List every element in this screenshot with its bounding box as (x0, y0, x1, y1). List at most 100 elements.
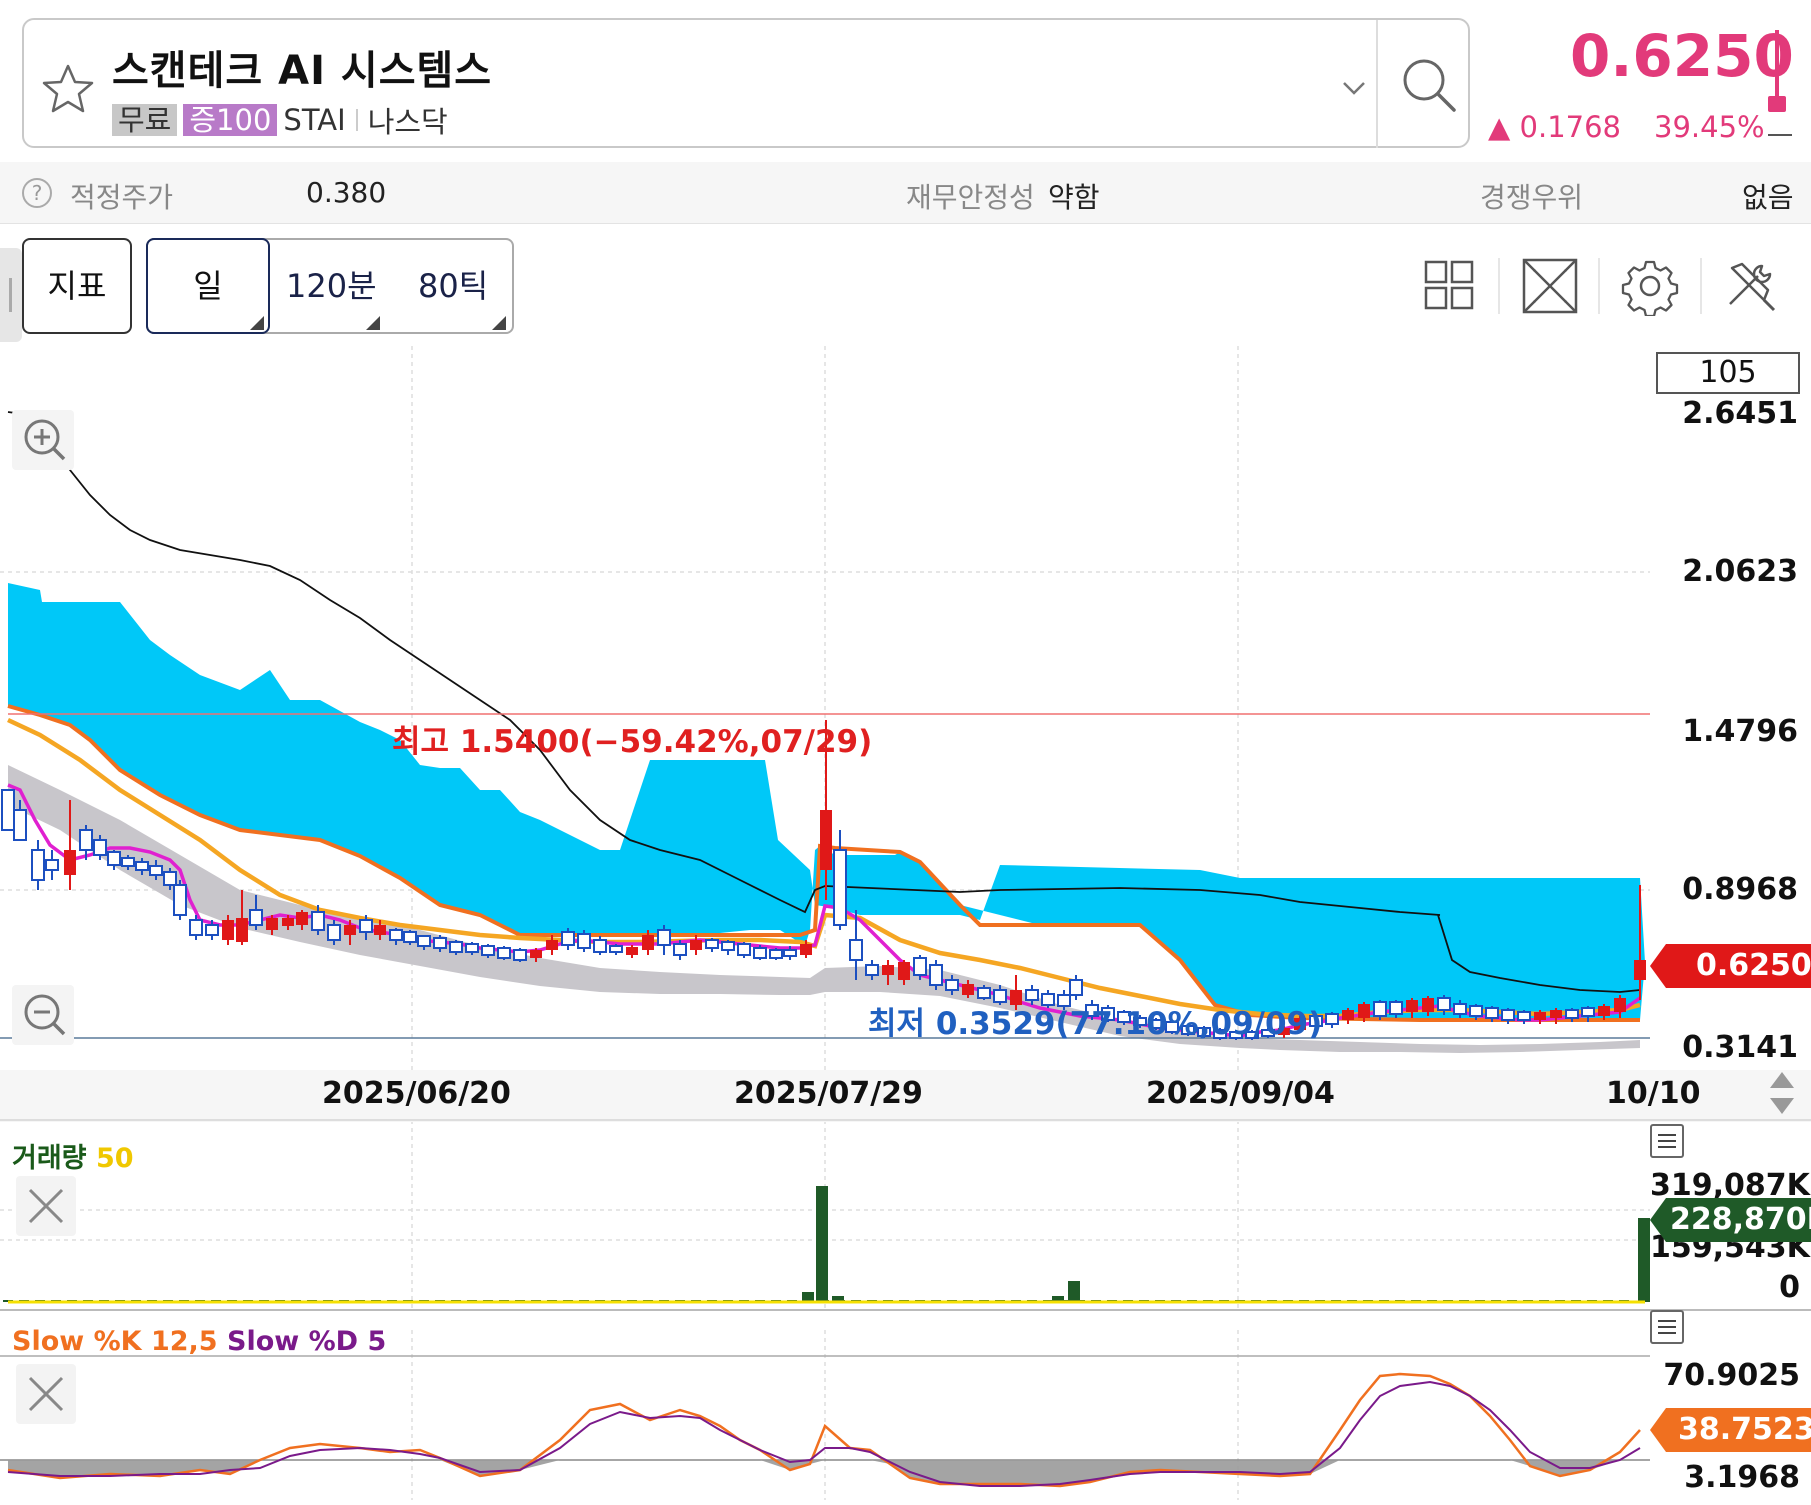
zoom-in-icon[interactable] (12, 410, 74, 470)
candle-body (609, 945, 623, 953)
candle-body (403, 931, 417, 943)
candle-body (1581, 1007, 1595, 1017)
candle-body (1342, 1010, 1354, 1020)
volume-bar (1638, 1218, 1650, 1302)
candle-body (1422, 998, 1434, 1012)
candle-body (163, 871, 177, 886)
candle-body (249, 909, 263, 926)
stochastic-current-tag: 38.7523 (1678, 1412, 1811, 1447)
candle-body (783, 949, 797, 957)
candle-body (962, 984, 974, 995)
candle-body (45, 859, 59, 871)
close-volume-icon[interactable] (16, 1176, 76, 1236)
candle-body (945, 979, 959, 991)
candle-body (800, 944, 812, 955)
candle-body (205, 924, 219, 936)
candle-body (882, 965, 894, 975)
price-chart[interactable] (0, 0, 1811, 1500)
candle-body (833, 849, 847, 926)
candle-body (1614, 998, 1626, 1012)
candle-body (690, 940, 702, 950)
candle-body (913, 957, 927, 976)
candle-body (282, 918, 294, 926)
candle-body (1469, 1005, 1483, 1017)
candle-body (657, 929, 671, 946)
candle-body (1550, 1010, 1562, 1018)
candle-body (753, 947, 767, 959)
candle-body (673, 943, 687, 956)
candle-body (820, 810, 832, 870)
y-tick: 0.8968 (1682, 872, 1798, 907)
candle-body (898, 962, 910, 980)
y-tick: 1.4796 (1682, 714, 1798, 749)
stochastic-label: Slow %K 12,5 Slow %D 5 (12, 1326, 387, 1357)
candle-body (465, 943, 479, 953)
current-price-tag: 0.6250 (1696, 948, 1811, 983)
slow-d-line (7, 1380, 1641, 1487)
volume-current-tag: 228,870K (1670, 1202, 1811, 1237)
candle-body (593, 939, 607, 953)
zoom-out-icon[interactable] (12, 985, 74, 1045)
candle-body (344, 925, 356, 935)
candle-body (79, 829, 93, 851)
low-annotation: 최저 0.3529(77.10%,09/09) (868, 1006, 1323, 1042)
candle-body (121, 857, 135, 867)
candle-body (1565, 1009, 1579, 1019)
candle-body (849, 939, 863, 961)
volume-menu-icon[interactable] (1650, 1124, 1684, 1158)
candle-body (737, 943, 751, 956)
candle-body (374, 925, 386, 935)
candle-body (1069, 979, 1083, 996)
volume-bar (1068, 1281, 1080, 1302)
candle-body (1373, 1001, 1387, 1017)
candle-body (93, 839, 107, 856)
candle-body (359, 919, 373, 933)
candle-body (64, 850, 76, 875)
candle-body (1453, 1003, 1467, 1015)
volume-bars (3, 1186, 1650, 1302)
candle-body (417, 935, 431, 947)
candle-body (530, 950, 542, 958)
candle-body (1517, 1011, 1531, 1021)
candle-body (1358, 1004, 1370, 1018)
candle-body (433, 937, 447, 949)
date-label: 2025/07/29 (734, 1076, 923, 1111)
volume-y-tick: 0 (1779, 1270, 1800, 1305)
candle-body (721, 941, 735, 951)
candle-body (626, 947, 638, 955)
high-annotation: 최고 1.5400(−59.42%,07/29) (392, 724, 873, 760)
date-label: 2025/06/20 (322, 1076, 511, 1111)
candle-body (1485, 1007, 1499, 1019)
volume-bar (816, 1186, 828, 1302)
candle-body (865, 964, 879, 976)
candle-body (481, 945, 495, 956)
candle-body (1325, 1013, 1339, 1025)
candle-body (1437, 997, 1451, 1011)
candle-body (107, 851, 121, 866)
volume-label: 거래량 50 (12, 1143, 134, 1174)
candle-body (1534, 1012, 1546, 1020)
candle-body (135, 861, 149, 871)
stochastic-y-tick: 3.1968 (1684, 1460, 1800, 1495)
candle-body (1634, 960, 1646, 980)
y-tick: 2.0623 (1682, 554, 1798, 589)
candle-body (977, 987, 991, 999)
candle-body (173, 884, 187, 916)
candle-body (327, 924, 341, 941)
candle-body (189, 919, 203, 936)
candle-body (296, 912, 308, 925)
candle-body (1389, 1001, 1403, 1015)
stochastic-menu-icon[interactable] (1650, 1310, 1684, 1344)
candle-body (266, 918, 278, 930)
candle-body (546, 940, 558, 950)
candle-body (1501, 1009, 1515, 1021)
candle-body (1598, 1006, 1610, 1016)
date-label: 10/10 (1606, 1076, 1701, 1111)
candle-body (311, 911, 325, 931)
close-stochastic-icon[interactable] (16, 1364, 76, 1424)
candle-body (561, 931, 575, 946)
candle-body (577, 933, 591, 949)
candle-body (1, 789, 15, 831)
candle-body (497, 947, 511, 959)
candle-body (389, 929, 403, 941)
